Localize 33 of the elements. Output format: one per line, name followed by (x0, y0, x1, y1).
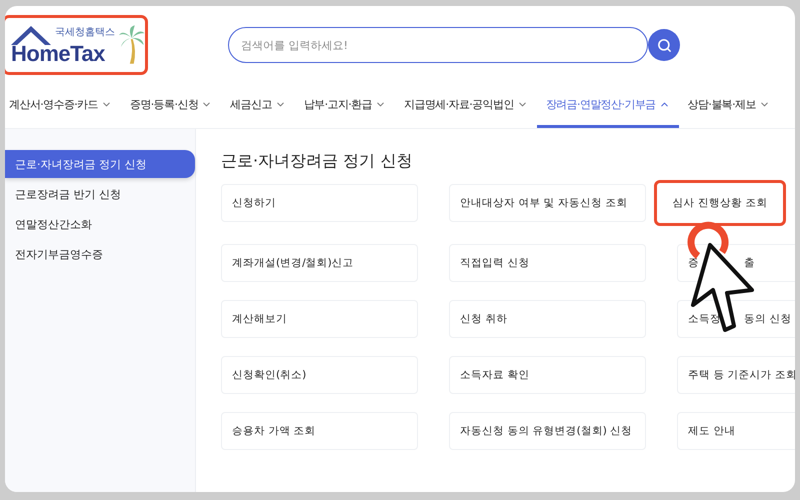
click-ring (688, 222, 729, 259)
sidebar-item[interactable]: 연말정산간소화 (5, 210, 195, 238)
menu-card[interactable]: 신청확인(취소) (221, 356, 418, 394)
nav-tab[interactable]: 계산서·영수증·카드 (5, 84, 121, 128)
menu-card[interactable]: 계산해보기 (221, 300, 418, 338)
search-icon (656, 38, 672, 52)
search-field[interactable]: 검색어를 입력하세요! (228, 27, 648, 63)
menu-card[interactable]: 신청 취하 (449, 300, 646, 338)
house-roof-icon (9, 24, 53, 46)
menu-card[interactable]: 신청하기 (221, 184, 418, 222)
palm-tree-icon (119, 25, 145, 65)
menu-card[interactable]: 승용차 가액 조회 (221, 412, 418, 450)
menu-card[interactable]: 직접입력 신청 (449, 244, 646, 282)
menu-card[interactable]: 자동신청 동의 유형변경(철회) 신청 (449, 412, 646, 450)
menu-card[interactable]: 안내대상자 여부 및 자동신청 조회 (449, 184, 646, 222)
menu-card[interactable]: 제도 안내 (677, 412, 795, 450)
nav-tab[interactable]: 장려금·연말정산·기부금 (536, 84, 679, 128)
logo-subtitle: 국세청홈택스 (55, 26, 115, 39)
menu-card[interactable]: 계좌개설(변경/철회)신고 (221, 244, 418, 282)
nav-tab[interactable]: 증명·등록·신청 (121, 84, 222, 128)
menu-card[interactable]: 소득자료 확인 (449, 356, 646, 394)
sidebar-item[interactable]: 근로장려금 반기 신청 (5, 180, 195, 208)
nav-tab[interactable]: 납부·고지·환급 (294, 84, 396, 128)
nav-tab[interactable]: 상담·불복·제보 (678, 84, 779, 128)
nav-tab[interactable]: 지급명세·자료·공익법인 (395, 84, 537, 128)
menu-card[interactable]: 심사 진행상황 조회 (654, 180, 786, 226)
sidebar-item[interactable]: 근로·자녀장려금 정기 신청 (5, 150, 195, 178)
sidebar-item[interactable]: 전자기부금영수증 (5, 240, 195, 268)
search-button[interactable] (648, 29, 680, 61)
logo[interactable]: 국세청홈택스 HomeTax (5, 15, 148, 75)
logo-name: HomeTax (11, 41, 105, 67)
section-title: 근로·자녀장려금 정기 신청 (221, 151, 414, 172)
nav-tab[interactable]: 세금신고 (221, 84, 295, 128)
